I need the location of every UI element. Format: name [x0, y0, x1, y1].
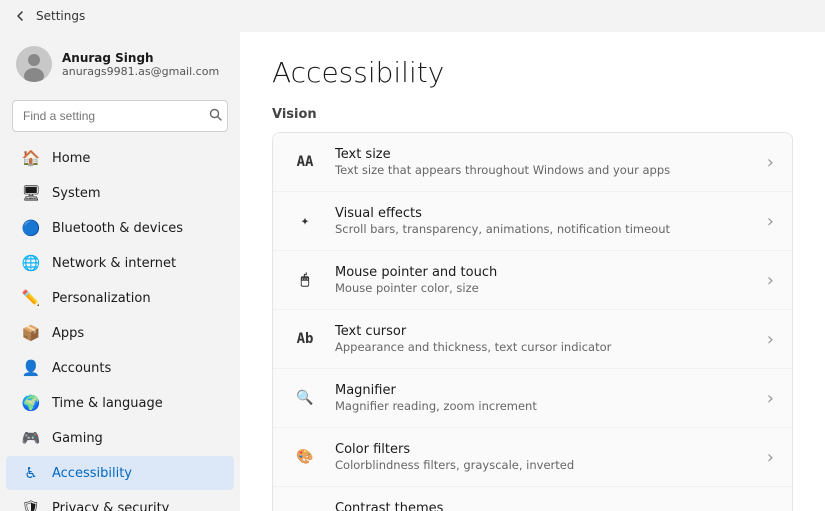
- contrast-themes-chevron-icon: ›: [767, 506, 774, 511]
- search-icon-button[interactable]: [209, 108, 222, 124]
- visual-effects-desc: Scroll bars, transparency, animations, n…: [335, 222, 670, 236]
- accessibility-icon: ♿: [22, 464, 40, 482]
- back-button[interactable]: [12, 8, 28, 24]
- sidebar-item-label-time: Time & language: [52, 396, 163, 411]
- color-filters-chevron-icon: ›: [767, 447, 774, 468]
- magnifier-desc: Magnifier reading, zoom increment: [335, 399, 537, 413]
- magnifier-title: Magnifier: [335, 383, 537, 398]
- time-icon: 🌍: [22, 394, 40, 412]
- titlebar: Settings: [0, 0, 825, 32]
- user-section[interactable]: Anurag Singh anurags9981.as@gmail.com: [0, 32, 240, 96]
- text-cursor-desc: Appearance and thickness, text cursor in…: [335, 340, 611, 354]
- privacy-icon: 🛡: [22, 499, 40, 511]
- bluetooth-icon: 🔵: [22, 219, 40, 237]
- settings-item-contrast-themes[interactable]: ◑ Contrast themesColor themes for low vis…: [273, 487, 792, 511]
- settings-card: AA Text sizeText size that appears throug…: [272, 132, 793, 511]
- search-input[interactable]: [12, 100, 228, 132]
- sidebar-item-privacy[interactable]: 🛡 Privacy & security: [6, 491, 234, 511]
- sidebar-item-label-system: System: [52, 186, 100, 201]
- visual-effects-title: Visual effects: [335, 206, 670, 221]
- settings-item-text-cursor[interactable]: Ab Text cursorAppearance and thickness, t…: [273, 310, 792, 369]
- avatar: [16, 46, 52, 82]
- sidebar-item-apps[interactable]: 📦 Apps: [6, 316, 234, 350]
- page-title: Accessibility: [272, 56, 793, 89]
- sidebar-item-label-privacy: Privacy & security: [52, 501, 169, 511]
- network-icon: 🌐: [22, 254, 40, 272]
- sidebar-item-label-bluetooth: Bluetooth & devices: [52, 221, 183, 236]
- settings-item-text-size[interactable]: AA Text sizeText size that appears throug…: [273, 133, 792, 192]
- visual-effects-chevron-icon: ›: [767, 211, 774, 232]
- user-info: Anurag Singh anurags9981.as@gmail.com: [62, 51, 219, 78]
- text-cursor-title: Text cursor: [335, 324, 611, 339]
- mouse-pointer-icon: 🖱: [291, 266, 319, 294]
- mouse-pointer-text: Mouse pointer and touchMouse pointer col…: [335, 265, 497, 295]
- sidebar-item-gaming[interactable]: 🎮 Gaming: [6, 421, 234, 455]
- home-icon: 🏠: [22, 149, 40, 167]
- settings-item-mouse-pointer[interactable]: 🖱 Mouse pointer and touchMouse pointer co…: [273, 251, 792, 310]
- sidebar-item-system[interactable]: 🖥 System: [6, 176, 234, 210]
- text-cursor-icon: Ab: [291, 325, 319, 353]
- nav-list: 🏠 Home 🖥 System 🔵 Bluetooth & devices 🌐 Network…: [0, 140, 240, 511]
- section-vision-label: Vision: [272, 107, 793, 126]
- sidebar-item-label-accounts: Accounts: [52, 361, 111, 376]
- mouse-pointer-chevron-icon: ›: [767, 270, 774, 291]
- settings-item-visual-effects[interactable]: ✦ Visual effectsScroll bars, transparency…: [273, 192, 792, 251]
- visual-effects-text: Visual effectsScroll bars, transparency,…: [335, 206, 670, 236]
- mouse-pointer-title: Mouse pointer and touch: [335, 265, 497, 280]
- sidebar-item-label-accessibility: Accessibility: [52, 466, 132, 481]
- color-filters-text: Color filtersColorblindness filters, gra…: [335, 442, 574, 472]
- text-cursor-text: Text cursorAppearance and thickness, tex…: [335, 324, 611, 354]
- color-filters-title: Color filters: [335, 442, 574, 457]
- titlebar-text: Settings: [36, 9, 85, 23]
- sidebar-item-accessibility[interactable]: ♿ Accessibility: [6, 456, 234, 490]
- sidebar-item-home[interactable]: 🏠 Home: [6, 141, 234, 175]
- contrast-themes-icon: ◑: [291, 502, 319, 511]
- text-size-icon: AA: [291, 148, 319, 176]
- sidebar-item-accounts[interactable]: 👤 Accounts: [6, 351, 234, 385]
- magnifier-chevron-icon: ›: [767, 388, 774, 409]
- sidebar-item-label-gaming: Gaming: [52, 431, 103, 446]
- user-email: anurags9981.as@gmail.com: [62, 65, 219, 78]
- sidebar-item-label-personalization: Personalization: [52, 291, 151, 306]
- main-layout: Anurag Singh anurags9981.as@gmail.com 🏠 H…: [0, 32, 825, 511]
- search-box: [12, 100, 228, 132]
- settings-item-magnifier[interactable]: 🔍 MagnifierMagnifier reading, zoom increm…: [273, 369, 792, 428]
- visual-effects-icon: ✦: [291, 207, 319, 235]
- sidebar-item-label-apps: Apps: [52, 326, 84, 341]
- sidebar-item-label-home: Home: [52, 151, 90, 166]
- apps-icon: 📦: [22, 324, 40, 342]
- settings-item-color-filters[interactable]: 🎨 Color filtersColorblindness filters, gr…: [273, 428, 792, 487]
- sidebar-item-time[interactable]: 🌍 Time & language: [6, 386, 234, 420]
- sidebar-item-bluetooth[interactable]: 🔵 Bluetooth & devices: [6, 211, 234, 245]
- text-size-desc: Text size that appears throughout Window…: [335, 163, 670, 177]
- contrast-themes-text: Contrast themesColor themes for low visi…: [335, 501, 587, 511]
- text-size-chevron-icon: ›: [767, 152, 774, 173]
- content-area: Accessibility Vision AA Text sizeText siz…: [240, 32, 825, 511]
- color-filters-icon: 🎨: [291, 443, 319, 471]
- contrast-themes-title: Contrast themes: [335, 501, 587, 511]
- sidebar-item-personalization[interactable]: ✏️ Personalization: [6, 281, 234, 315]
- magnifier-text: MagnifierMagnifier reading, zoom increme…: [335, 383, 537, 413]
- user-name: Anurag Singh: [62, 51, 219, 65]
- sidebar-item-network[interactable]: 🌐 Network & internet: [6, 246, 234, 280]
- gaming-icon: 🎮: [22, 429, 40, 447]
- system-icon: 🖥: [22, 184, 40, 202]
- magnifier-icon: 🔍: [291, 384, 319, 412]
- personalization-icon: ✏️: [22, 289, 40, 307]
- text-size-title: Text size: [335, 147, 670, 162]
- accounts-icon: 👤: [22, 359, 40, 377]
- sidebar: Anurag Singh anurags9981.as@gmail.com 🏠 H…: [0, 32, 240, 511]
- text-size-text: Text sizeText size that appears througho…: [335, 147, 670, 177]
- mouse-pointer-desc: Mouse pointer color, size: [335, 281, 497, 295]
- color-filters-desc: Colorblindness filters, grayscale, inver…: [335, 458, 574, 472]
- text-cursor-chevron-icon: ›: [767, 329, 774, 350]
- sidebar-item-label-network: Network & internet: [52, 256, 176, 271]
